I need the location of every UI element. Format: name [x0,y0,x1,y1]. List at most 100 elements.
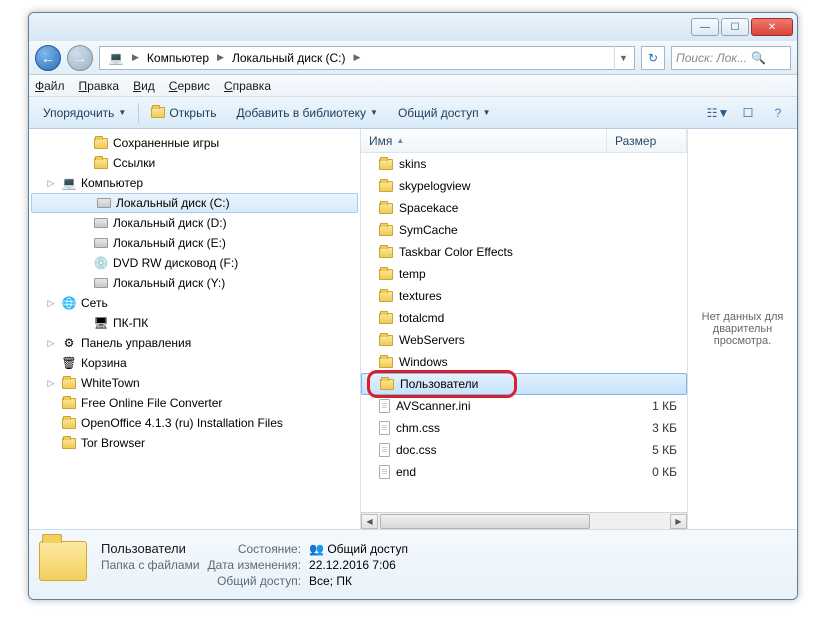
file-size: 1 КБ [627,399,687,413]
menu-file[interactable]: Файл [35,79,65,93]
file-row[interactable]: Пользователи [361,373,687,395]
tree-item[interactable]: 🗑Корзина [29,353,360,373]
folder-icon [93,155,109,171]
tree-item[interactable]: 💿DVD RW дисковод (F:) [29,253,360,273]
chevron-right-icon: ▶ [217,52,224,63]
computer-icon: 💻 [108,50,124,66]
tree-item-label: Free Online File Converter [81,396,222,410]
back-button[interactable]: ← [35,45,61,71]
tree-item-label: Корзина [81,356,127,370]
file-list[interactable]: skinsskypelogviewSpacekaceSymCacheTaskba… [361,153,687,512]
tree-item[interactable]: Локальный диск (D:) [29,213,360,233]
chevron-right-icon: ▶ [354,52,361,63]
tree-item-label: Локальный диск (D:) [113,216,227,230]
tree-item[interactable]: Локальный диск (Y:) [29,273,360,293]
tree-item-label: OpenOffice 4.1.3 (ru) Installation Files [81,416,283,430]
drive-icon [96,195,112,211]
expand-icon[interactable]: ▷ [45,338,57,349]
file-row[interactable]: temp [361,263,687,285]
tree-item[interactable]: Сохраненные игры [29,133,360,153]
view-mode-button[interactable]: ☷ ▼ [705,102,731,124]
drive-icon [93,215,109,231]
file-row[interactable]: end0 КБ [361,461,687,483]
folder-open-icon [151,107,165,118]
file-row[interactable]: doc.css5 КБ [361,439,687,461]
tree-item[interactable]: Локальный диск (C:) [31,193,358,213]
menu-tools[interactable]: Сервис [169,79,210,93]
search-input[interactable]: Поиск: Лок... 🔍 [671,46,791,70]
folder-icon [379,357,393,368]
breadcrumb-computer[interactable]: Компьютер [141,47,215,69]
file-row[interactable]: WebServers [361,329,687,351]
tree-item[interactable]: ▷⚙Панель управления [29,333,360,353]
file-row[interactable]: chm.css3 КБ [361,417,687,439]
file-row[interactable]: Spacekace [361,197,687,219]
column-name[interactable]: Имя ▲ [361,129,607,152]
tree-item[interactable]: Tor Browser [29,433,360,453]
menu-view[interactable]: Вид [133,79,155,93]
menu-help[interactable]: Справка [224,79,271,93]
file-icon [379,443,390,457]
horizontal-scrollbar[interactable]: ◀ ▶ [361,512,687,529]
add-to-library-button[interactable]: Добавить в библиотеку ▼ [228,103,385,123]
file-row[interactable]: Windows [361,351,687,373]
file-row[interactable]: AVScanner.ini1 КБ [361,395,687,417]
folder-icon [93,135,109,151]
navigation-tree[interactable]: Сохраненные игрыСсылки▷💻КомпьютерЛокальн… [29,129,361,529]
toolbar: Упорядочить ▼ Открыть Добавить в библиот… [29,97,797,129]
open-button[interactable]: Открыть [143,103,224,123]
file-name: chm.css [396,421,621,435]
menu-edit[interactable]: Правка [79,79,120,93]
search-icon: 🔍 [751,51,766,65]
scroll-thumb[interactable] [380,514,590,529]
expand-icon[interactable]: ▷ [45,298,57,309]
help-button[interactable]: ? [765,102,791,124]
file-row[interactable]: skins [361,153,687,175]
tree-item[interactable]: Free Online File Converter [29,393,360,413]
organize-button[interactable]: Упорядочить ▼ [35,103,134,123]
close-button[interactable]: ✕ [751,18,793,36]
minimize-button[interactable]: — [691,18,719,36]
file-icon [379,421,390,435]
share-button[interactable]: Общий доступ ▼ [390,103,499,123]
explorer-window: — ☐ ✕ ← → 💻 ▶ Компьютер ▶ Локальный диск… [28,12,798,600]
file-icon [379,465,390,479]
tree-item-label: WhiteTown [81,376,140,390]
tree-item[interactable]: ▷💻Компьютер [29,173,360,193]
tree-item[interactable]: OpenOffice 4.1.3 (ru) Installation Files [29,413,360,433]
folder-icon [379,225,393,236]
tree-item[interactable]: ▷ WhiteTown [29,373,360,393]
folder-icon [379,291,393,302]
tree-item[interactable]: 🖥ПК-ПК [29,313,360,333]
file-row[interactable]: textures [361,285,687,307]
computer-icon: 💻 [61,175,77,191]
preview-pane-button[interactable]: ☐ [735,102,761,124]
cpanel-icon: ⚙ [61,335,77,351]
tree-item[interactable]: Локальный диск (E:) [29,233,360,253]
breadcrumb[interactable]: 💻 ▶ Компьютер ▶ Локальный диск (C:) ▶ ▼ [99,46,635,70]
file-name: WebServers [399,333,621,347]
expand-icon[interactable]: ▷ [45,378,57,389]
tree-item[interactable]: Ссылки [29,153,360,173]
forward-button[interactable]: → [67,45,93,71]
tree-item-label: Локальный диск (Y:) [113,276,225,290]
file-size: 5 КБ [627,443,687,457]
drive-icon [93,235,109,251]
tree-item[interactable]: ▷🌐Сеть [29,293,360,313]
breadcrumb-drive[interactable]: Локальный диск (C:) [226,47,352,69]
scroll-left-button[interactable]: ◀ [361,514,378,529]
file-row[interactable]: SymCache [361,219,687,241]
details-modified-value: 22.12.2016 7:06 [309,558,408,572]
scroll-right-button[interactable]: ▶ [670,514,687,529]
column-size[interactable]: Размер [607,129,687,152]
folder-icon [379,269,393,280]
refresh-button[interactable]: ↻ [641,46,665,70]
file-row[interactable]: totalcmd [361,307,687,329]
maximize-button[interactable]: ☐ [721,18,749,36]
breadcrumb-dropdown[interactable]: ▼ [614,46,632,70]
file-row[interactable]: skypelogview [361,175,687,197]
file-row[interactable]: Taskbar Color Effects [361,241,687,263]
details-pane: Пользователи Состояние: 👥 Общий доступ П… [29,529,797,599]
expand-icon[interactable]: ▷ [45,178,57,189]
details-modified-label: Дата изменения: [208,558,302,572]
